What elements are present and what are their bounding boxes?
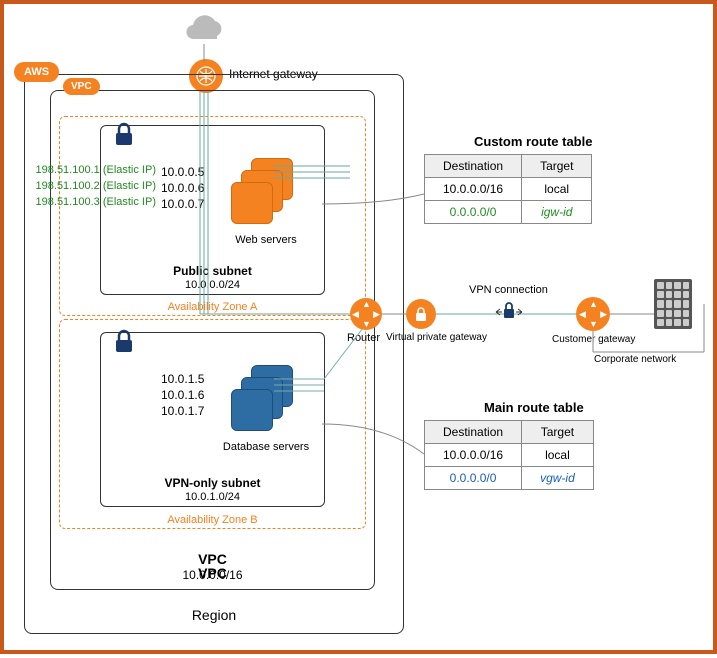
router-icon: ◀ ▶ ▲ ▼ bbox=[350, 298, 382, 330]
table-header: Target bbox=[522, 155, 592, 178]
public-subnet-label: Public subnet bbox=[101, 264, 324, 278]
private-ip: 10.0.1.6 bbox=[161, 387, 204, 403]
internet-cloud-icon bbox=[179, 14, 229, 51]
virtual-private-gateway-icon bbox=[406, 299, 436, 329]
vpc-badge: VPC bbox=[63, 78, 100, 95]
public-subnet-cidr: 10.0.0.0/24 bbox=[101, 279, 324, 291]
db-servers-icon bbox=[231, 365, 301, 435]
customer-gateway-label: Customer gateway bbox=[552, 334, 635, 345]
private-ip-list: 10.0.0.5 10.0.0.6 10.0.0.7 bbox=[161, 164, 204, 213]
az-b-label: Availability Zone B bbox=[60, 514, 365, 526]
custom-route-table: Destination Target 10.0.0.0/16 local 0.0… bbox=[424, 154, 592, 224]
vpn-subnet-cidr: 10.0.1.0/24 bbox=[101, 491, 324, 503]
elastic-ip: 198.51.100.1 (Elastic IP) bbox=[16, 163, 156, 179]
table-row: 0.0.0.0/0 vgw-id bbox=[425, 467, 594, 490]
vpn-subnet-box: 10.0.1.5 10.0.1.6 10.0.1.7 Database serv… bbox=[100, 332, 325, 507]
vpn-lock-icon bbox=[494, 300, 524, 329]
lock-icon bbox=[111, 121, 137, 147]
main-route-table-title: Main route table bbox=[484, 400, 584, 415]
diagram-frame: Internet gateway AWS Region VPC VPC VPC … bbox=[0, 0, 717, 654]
main-route-table: Destination Target 10.0.0.0/16 local 0.0… bbox=[424, 420, 594, 490]
public-subnet-box: 198.51.100.1 (Elastic IP) 198.51.100.2 (… bbox=[100, 125, 325, 295]
web-servers-label: Web servers bbox=[206, 234, 326, 246]
elastic-ip: 198.51.100.2 (Elastic IP) bbox=[16, 179, 156, 195]
vpc-box: VPC VPC 10.0.0.0/16 Availability Zone A … bbox=[50, 90, 375, 590]
private-ip: 10.0.1.7 bbox=[161, 403, 204, 419]
elastic-ip: 198.51.100.3 (Elastic IP) bbox=[16, 195, 156, 211]
private-ip: 10.0.0.5 bbox=[161, 164, 204, 180]
db-ip-list: 10.0.1.5 10.0.1.6 10.0.1.7 bbox=[161, 371, 204, 420]
lock-icon bbox=[111, 328, 137, 354]
table-header: Destination bbox=[425, 421, 522, 444]
web-servers-icon bbox=[231, 158, 301, 228]
corporate-network-icon bbox=[654, 279, 692, 329]
vpc-cidr: 10.0.0.0/16 bbox=[51, 568, 374, 582]
vpn-connection-label: VPN connection bbox=[469, 284, 548, 296]
availability-zone-a: Availability Zone A 198.51.100.1 (Elasti… bbox=[59, 116, 366, 316]
aws-badge: AWS bbox=[14, 62, 59, 82]
vpc-name: VPC bbox=[51, 551, 374, 567]
table-row: 10.0.0.0/16 local bbox=[425, 178, 592, 201]
private-ip: 10.0.0.6 bbox=[161, 180, 204, 196]
corporate-network-label: Corporate network bbox=[594, 354, 676, 365]
az-a-label: Availability Zone A bbox=[60, 301, 365, 313]
table-header: Target bbox=[522, 421, 594, 444]
private-ip: 10.0.0.7 bbox=[161, 196, 204, 212]
customer-gateway-icon: ◀ ▶ ▲ ▼ bbox=[576, 297, 610, 331]
table-header: Destination bbox=[425, 155, 522, 178]
availability-zone-b: Availability Zone B 10.0.1.5 10.0.1.6 10… bbox=[59, 319, 366, 529]
region-label: Region bbox=[25, 607, 403, 623]
custom-route-table-title: Custom route table bbox=[474, 134, 592, 149]
table-row: 0.0.0.0/0 igw-id bbox=[425, 201, 592, 224]
router-label: Router bbox=[347, 332, 380, 344]
db-servers-label: Database servers bbox=[206, 441, 326, 453]
private-ip: 10.0.1.5 bbox=[161, 371, 204, 387]
table-row: 10.0.0.0/16 local bbox=[425, 444, 594, 467]
vpn-subnet-label: VPN-only subnet bbox=[101, 476, 324, 490]
elastic-ip-list: 198.51.100.1 (Elastic IP) 198.51.100.2 (… bbox=[16, 163, 156, 211]
region-box: Region VPC VPC VPC 10.0.0.0/16 Availabil… bbox=[24, 74, 404, 634]
vpg-label: Virtual private gateway bbox=[386, 332, 506, 343]
